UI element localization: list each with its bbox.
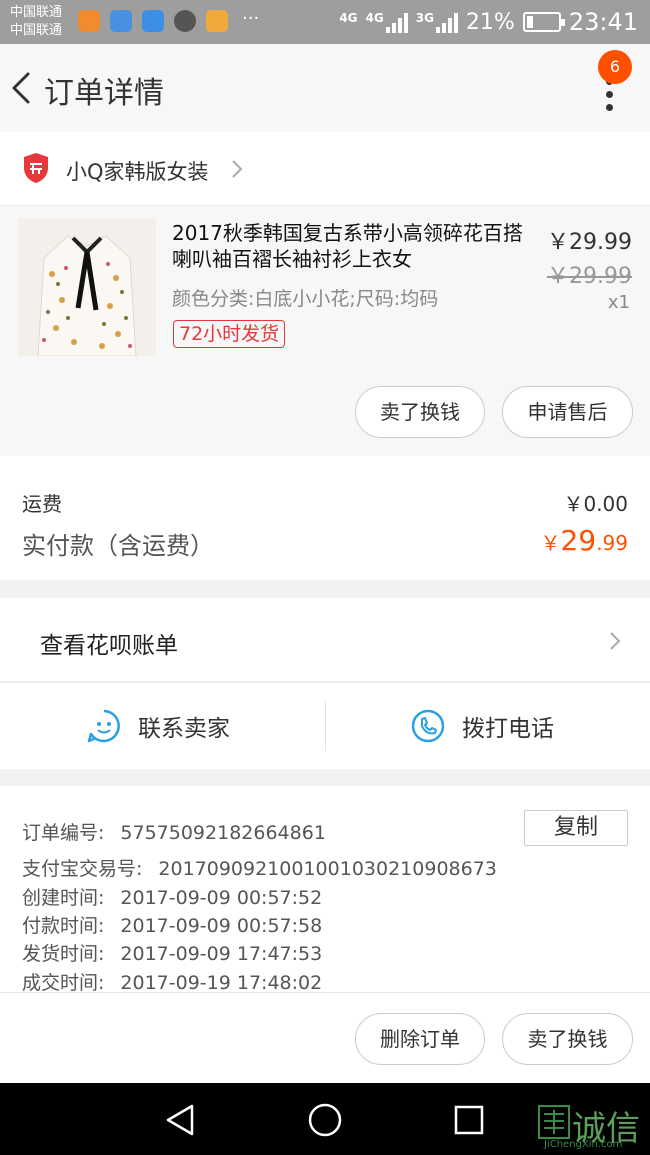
- paid-row: 付款时间: 2017-09-09 00:57:58: [22, 911, 322, 938]
- call-phone-label: 拨打电话: [462, 716, 554, 742]
- blouse-image: [18, 218, 156, 356]
- message-app-icon: [142, 10, 164, 32]
- alipay-label: 支付宝交易号:: [22, 858, 143, 880]
- created-time: 2017-09-09 00:57:52: [120, 887, 323, 909]
- shipped-label: 发货时间:: [22, 943, 105, 965]
- carrier-2: 中国联通: [10, 23, 63, 38]
- aftersale-button[interactable]: 申请售后: [502, 386, 633, 438]
- divider: [325, 701, 326, 751]
- back-arrow-icon[interactable]: [8, 68, 38, 108]
- alipay-number: 2017090921001001030210908673: [158, 858, 497, 880]
- copy-button[interactable]: 复制: [524, 810, 628, 846]
- contact-seller-label: 联系卖家: [138, 716, 230, 742]
- shipped-row: 发货时间: 2017-09-09 17:47:53: [22, 939, 322, 966]
- shipping-tag: 72小时发货: [173, 320, 286, 348]
- order-number-row: 订单编号: 57575092182664861: [22, 818, 326, 845]
- carrier-info: 中国联通 中国联通: [10, 4, 62, 40]
- signal-strength-2-icon: 3G: [416, 11, 458, 33]
- signal-strength-1-icon: 4G: [366, 11, 408, 33]
- paid-currency: ￥: [540, 531, 561, 555]
- paid-integer: 29: [560, 524, 597, 557]
- more-notifications: ···: [242, 8, 260, 29]
- status-bar: 中国联通 中国联通 ··· 4G 4G 3G 21% 23:41: [0, 0, 650, 44]
- shop-shield-icon: [24, 153, 48, 183]
- nav-back-icon[interactable]: [164, 1103, 196, 1137]
- alipay-row: 支付宝交易号: 2017090921001001030210908673: [22, 854, 497, 881]
- nav-recents-icon[interactable]: [453, 1104, 485, 1136]
- order-number: 57575092182664861: [120, 822, 326, 844]
- signal-4g-icon: 4G: [339, 11, 357, 33]
- product-quantity: x1: [607, 292, 630, 313]
- shop-row[interactable]: 小Q家韩版女装: [0, 132, 650, 206]
- battery-icon: [522, 12, 565, 32]
- system-nav-bar: 诚信 JiChengXin.com: [0, 1083, 650, 1155]
- watermark: 诚信 JiChengXin.com: [530, 1101, 650, 1151]
- panda-app-icon: [174, 10, 196, 32]
- completed-row: 成交时间: 2017-09-19 17:48:02: [22, 968, 322, 995]
- health-app-icon: [110, 10, 132, 32]
- uc-browser-icon: [78, 10, 100, 32]
- created-label: 创建时间:: [22, 887, 105, 909]
- created-row: 创建时间: 2017-09-09 00:57:52: [22, 883, 322, 910]
- nav-header: 订单详情 6: [0, 44, 650, 132]
- chat-face-icon: [87, 709, 120, 743]
- notification-icons: ···: [78, 10, 259, 32]
- call-phone-button[interactable]: 拨打电话: [410, 683, 554, 769]
- message-badge: 6: [598, 50, 632, 84]
- resell-bottom-button[interactable]: 卖了换钱: [502, 1013, 633, 1065]
- shipping-value: ￥0.00: [563, 492, 628, 516]
- chevron-right-icon: [610, 632, 621, 650]
- network-label-1: 4G: [339, 11, 358, 25]
- page-title: 订单详情: [44, 76, 164, 111]
- system-status: 4G 4G 3G 21% 23:41: [339, 8, 638, 36]
- carrier-1: 中国联通: [10, 5, 63, 20]
- network-label-2: 4G: [365, 11, 384, 25]
- battery-percent: 21%: [465, 9, 515, 35]
- clock: 23:41: [568, 8, 638, 36]
- order-info: 订单编号: 57575092182664861 复制 支付宝交易号: 2017090…: [0, 786, 650, 995]
- network-label-3: 3G: [415, 11, 434, 25]
- chevron-right-icon: [232, 160, 243, 178]
- product-price: ￥29.99: [547, 230, 632, 255]
- paid-time-label: 付款时间:: [22, 915, 105, 937]
- contact-bar: 联系卖家 拨打电话: [0, 683, 650, 769]
- fee-summary: 运费 ￥0.00 实付款（含运费） ￥29.99: [0, 456, 650, 580]
- completed-label: 成交时间:: [22, 972, 105, 994]
- paid-label: 实付款（含运费）: [22, 532, 214, 560]
- shop-name: 小Q家韩版女装: [66, 160, 209, 184]
- paid-time: 2017-09-09 00:57:58: [120, 915, 323, 937]
- paid-decimal: .99: [596, 531, 628, 555]
- huabei-bill-row[interactable]: 查看花呗账单: [0, 598, 650, 682]
- resell-button[interactable]: 卖了换钱: [355, 386, 485, 438]
- order-action-bar: 删除订单 卖了换钱: [0, 992, 650, 1083]
- product-thumbnail[interactable]: [18, 218, 156, 356]
- huabei-bill-label: 查看花呗账单: [40, 633, 178, 659]
- shipped-time: 2017-09-09 17:47:53: [120, 943, 323, 965]
- shipping-label: 运费: [22, 492, 62, 516]
- watermark-url: JiChengXin.com: [544, 1139, 623, 1150]
- delete-order-button[interactable]: 删除订单: [355, 1013, 485, 1065]
- order-number-label: 订单编号:: [22, 822, 105, 844]
- phone-icon: [411, 709, 445, 743]
- nav-home-icon[interactable]: [307, 1102, 343, 1138]
- original-price: ￥29.99: [547, 264, 632, 289]
- product-title[interactable]: 2017秋季韩国复古系带小高领碎花百搭喇叭袖百褶长袖衬衫上衣女: [172, 220, 532, 272]
- product-sku: 颜色分类:白底小小花;尺码:均码: [172, 288, 439, 310]
- file-app-icon: [206, 10, 228, 32]
- contact-seller-button[interactable]: 联系卖家: [86, 683, 230, 769]
- product-card[interactable]: 2017秋季韩国复古系带小高领碎花百搭喇叭袖百褶长袖衬衫上衣女 颜色分类:白底小…: [0, 206, 650, 456]
- completed-time: 2017-09-19 17:48:02: [120, 972, 323, 994]
- paid-amount: ￥29.99: [541, 524, 628, 557]
- watermark-logo-icon: [538, 1105, 570, 1139]
